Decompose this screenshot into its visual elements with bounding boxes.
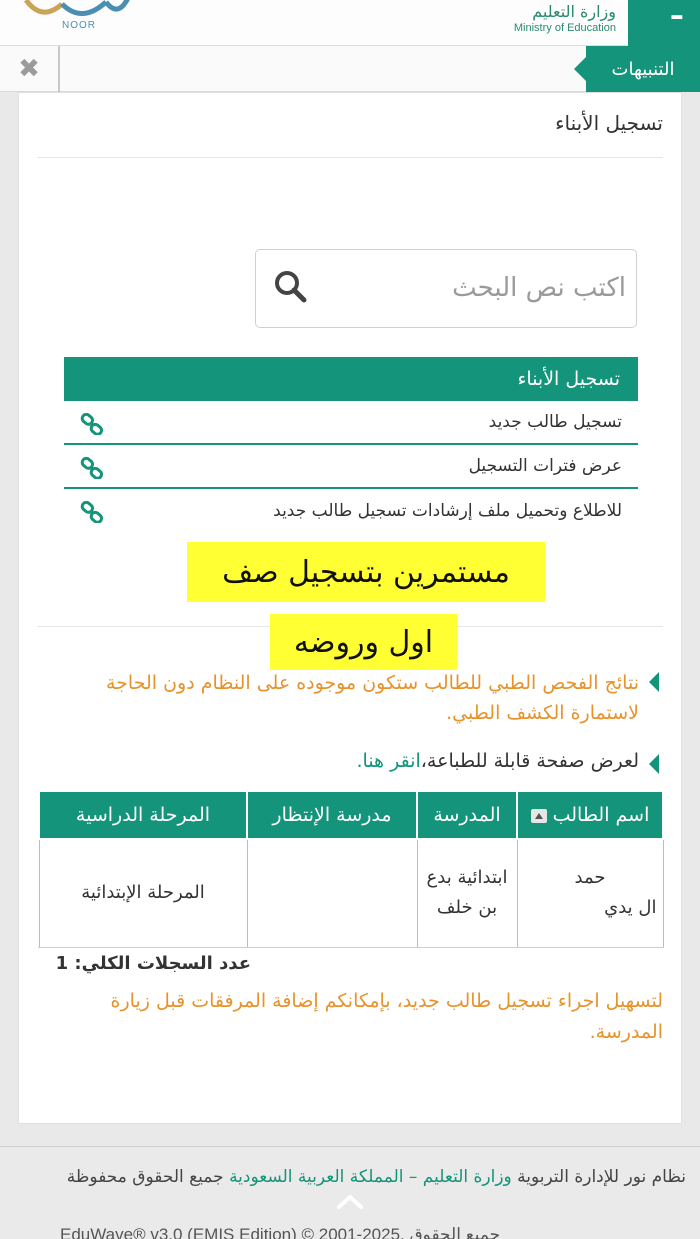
main-panel: تسجيل الأبناء تسجيل الأبناء تسجيل طالب ج… [18,92,682,1124]
cell-waiting-school [246,838,418,948]
highlight-caption-line1: مستمرين بتسجيل صف [187,542,545,602]
total-records: عدد السجلات الكلي: 1 [55,953,251,974]
sort-icon[interactable] [530,808,547,823]
link-icon[interactable] [80,457,104,479]
column-header-waiting-school: مدرسة الإنتظار [246,790,418,840]
chevron-up-icon[interactable] [336,1194,364,1210]
footer-rights: جميع الحقوق محفوظة [66,1167,224,1187]
noor-label: NOOR [62,20,96,31]
link-icon[interactable] [80,501,104,523]
ministry-emblem: ـ [628,0,700,46]
search-icon[interactable] [272,268,308,304]
cell-student-name: حمد ال يدي [516,838,664,948]
medical-note-text: نتائج الفحص الطبي للطالب ستكون موجوده عل… [106,672,639,724]
medical-note: نتائج الفحص الطبي للطالب ستكون موجوده عل… [69,668,659,728]
footer-version: EduWave® v3.0 (EMIS Edition) © 2001-2025… [60,1225,501,1239]
menu-item-guidelines-file[interactable]: للاطلاع وتحميل ملف إرشادات تسجيل طالب جد… [64,489,638,533]
link-icon[interactable] [80,413,104,435]
menu-item-registration-periods[interactable]: عرض فترات التسجيل [64,445,638,489]
caret-left-icon [649,754,659,774]
column-header-stage: المرحلة الدراسية [38,790,248,840]
footer-system-name: نظام نور للإدارة التربوية [517,1167,686,1187]
print-note-text: لعرض صفحة قابلة للطباعة، [420,750,639,772]
cell-school: ابتدائية بدع بن خلف [416,838,518,948]
ministry-emblem-icon: ـ [671,0,682,27]
notifications-tab[interactable]: التنبيهات [574,46,700,92]
table-row: حمد ال يدي ابتدائية بدع بن خلف المرحلة ا… [38,838,664,948]
menu-item-new-student[interactable]: تسجيل طالب جديد [64,401,638,445]
table-header-row: اسم الطالب المدرسة مدرسة الإنتظار المرحل… [38,790,664,840]
top-header: NOOR وزارة التعليم Ministry of Education… [0,0,700,46]
page-title: تسجيل الأبناء [555,111,663,135]
footer-copyright: نظام نور للإدارة التربوية وزارة التعليم … [6,1163,686,1192]
column-header-school: المدرسة [416,790,518,840]
cell-stage: المرحلة الإبتدائية [38,838,248,948]
divider [37,157,663,158]
ministry-name-ar: وزارة التعليم [532,2,616,21]
menu-item-label: عرض فترات التسجيل [468,456,622,476]
close-notifications-button[interactable]: ✖ [0,46,60,92]
search-input[interactable] [316,260,626,316]
footer-ministry-link[interactable]: وزارة التعليم – المملكة العربية السعودية [229,1167,512,1187]
caret-left-icon [649,672,659,692]
menu-header: تسجيل الأبناء [64,357,638,401]
menu-item-label: للاطلاع وتحميل ملف إرشادات تسجيل طالب جد… [273,501,622,521]
notifications-bar: ✖ التنبيهات [0,46,700,92]
ministry-logo-text: وزارة التعليم Ministry of Education [514,2,616,34]
student-name-line1: حمد [574,867,606,889]
column-header-label: اسم الطالب [552,804,650,826]
print-note: لعرض صفحة قابلة للطباعة،انقر هنا. [69,750,659,774]
registration-menu: تسجيل الأبناء تسجيل طالب جديد عرض فترات … [64,357,638,533]
print-link[interactable]: انقر هنا. [357,750,421,772]
page-footer: نظام نور للإدارة التربوية وزارة التعليم … [0,1146,700,1239]
student-name-line2: ال يدي [604,897,657,919]
menu-item-label: تسجيل طالب جديد [488,412,622,432]
column-header-student-name[interactable]: اسم الطالب [516,790,664,840]
highlight-caption-line2: اول وروضه [270,614,457,670]
divider [38,947,664,948]
ministry-name-en: Ministry of Education [513,22,616,34]
students-table: اسم الطالب المدرسة مدرسة الإنتظار المرحل… [38,790,664,948]
attachments-note: لتسهيل اجراء تسجيل طالب جديد، بإمكانكم إ… [110,990,663,1043]
search-box [255,249,637,328]
